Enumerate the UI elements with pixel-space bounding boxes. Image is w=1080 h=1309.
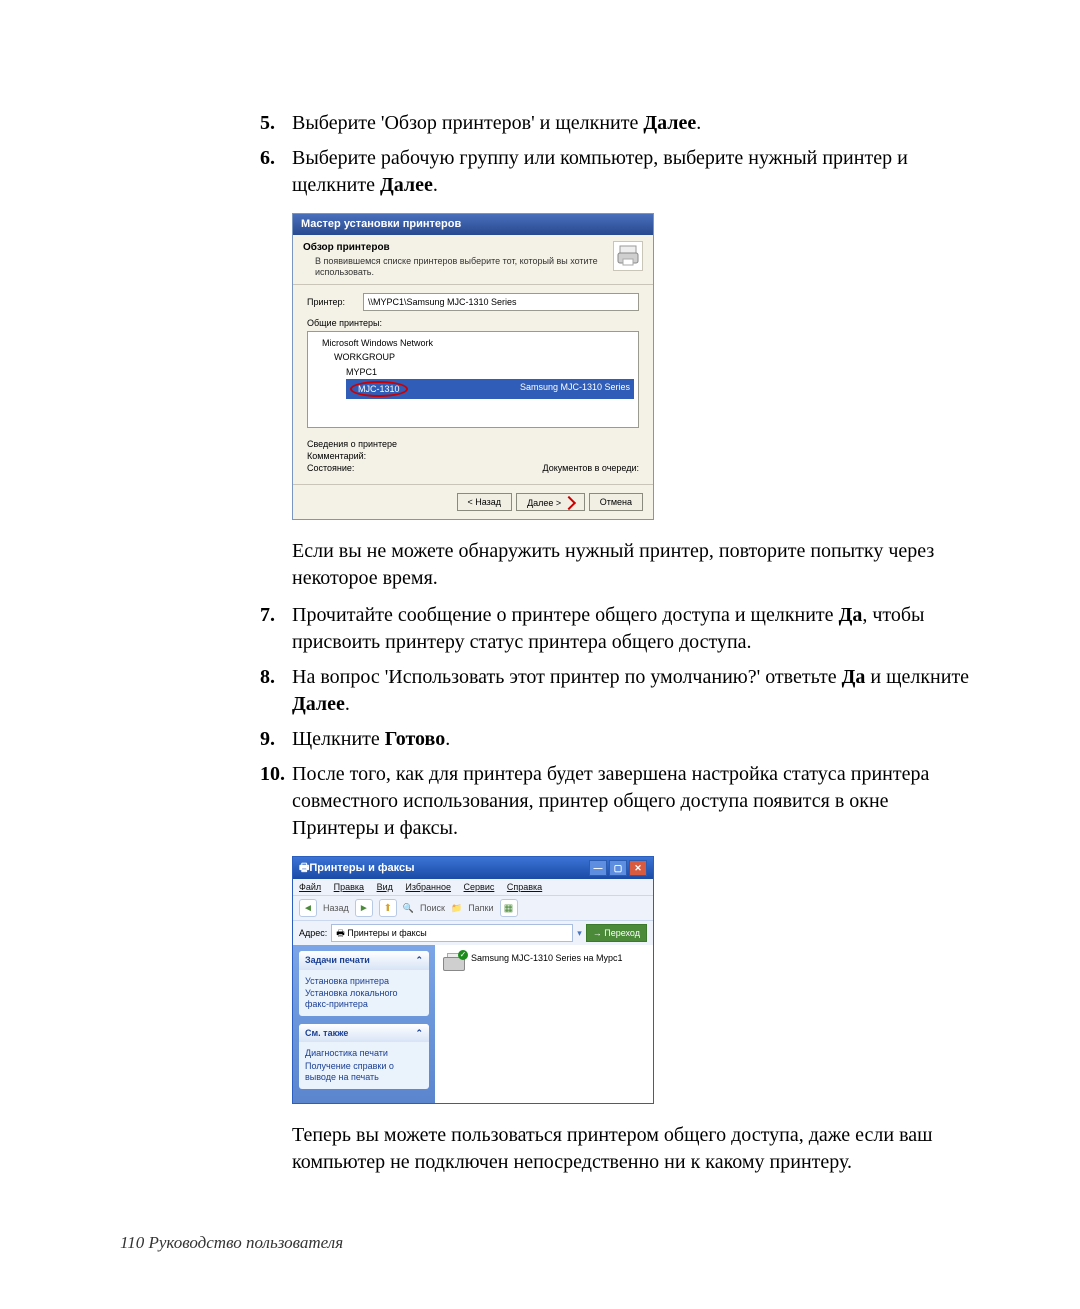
tree-workgroup[interactable]: WORKGROUP [312, 350, 634, 364]
highlight-ellipse-icon: MJC-1310 [350, 381, 408, 397]
step-num: 9. [260, 726, 292, 753]
printer-info-title: Сведения о принтере [307, 438, 639, 450]
address-label: Адрес: [299, 927, 327, 939]
menu-help[interactable]: Справка [507, 882, 542, 892]
arrow-icon [562, 496, 576, 510]
step-5: Выберите 'Обзор принтеров' и щелкните Да… [292, 110, 970, 137]
shared-printer-item[interactable]: ✓ Samsung MJC-1310 Series на Mypc1 [443, 953, 645, 971]
collapse-icon[interactable]: ⌃ [415, 1027, 423, 1039]
side-panel: Задачи печати ⌃ Установка принтера Устано… [293, 945, 435, 1102]
step-num: 10. [260, 761, 292, 842]
wizard-heading: Обзор принтеров [303, 241, 613, 255]
shared-printers-label: Общие принтеры: [307, 317, 639, 329]
menu-edit[interactable]: Правка [334, 882, 364, 892]
printer-info-comment: Комментарий: [307, 450, 639, 462]
link-troubleshoot[interactable]: Диагностика печати [305, 1048, 423, 1059]
step-num: 5. [260, 110, 292, 137]
wizard-titlebar: Мастер установки принтеров [293, 214, 653, 235]
close-button[interactable]: ✕ [629, 860, 647, 876]
tree-network[interactable]: Microsoft Windows Network [312, 336, 634, 350]
page-footer: 110 Руководство пользователя [120, 1233, 343, 1253]
menu-bar[interactable]: Файл Правка Вид Избранное Сервис Справка [293, 879, 653, 895]
back-button[interactable]: < Назад [457, 493, 513, 511]
folders-icon[interactable]: 📁 [451, 902, 462, 914]
closing-text: Теперь вы можете пользоваться принтером … [292, 1122, 970, 1176]
nav-back-button[interactable]: ◄ [299, 899, 317, 917]
link-help[interactable]: Получение справки о выводе на печать [305, 1061, 423, 1083]
minimize-button[interactable]: ― [589, 860, 607, 876]
views-button[interactable]: ▦ [500, 899, 518, 917]
step-9: Щелкните Готово. [292, 726, 970, 753]
dropdown-icon[interactable]: ▾ [577, 927, 582, 939]
toolbar: ◄ Назад ► ⬆ 🔍Поиск 📁Папки ▦ [293, 895, 653, 920]
step-10: После того, как для принтера будет завер… [292, 761, 970, 842]
task-add-printer[interactable]: Установка принтера [305, 976, 423, 987]
nav-up-button[interactable]: ⬆ [379, 899, 397, 917]
step-7: Прочитайте сообщение о принтере общего д… [292, 602, 970, 656]
printer-queue-label: Документов в очереди: [543, 462, 640, 474]
printer-item-label: Samsung MJC-1310 Series на Mypc1 [471, 953, 623, 964]
step-8: На вопрос 'Использовать этот принтер по … [292, 664, 970, 718]
tasks-title: Задачи печати [305, 954, 370, 966]
window-printer-icon: 🖶 [299, 861, 309, 876]
nav-forward-button[interactable]: ► [355, 899, 373, 917]
address-input[interactable]: 🖶 Принтеры и факсы [331, 924, 573, 942]
menu-favorites[interactable]: Избранное [405, 882, 451, 892]
maximize-button[interactable]: ▢ [609, 860, 627, 876]
printer-tree[interactable]: Microsoft Windows Network WORKGROUP MYPC… [307, 331, 639, 428]
next-button[interactable]: Далее > [516, 493, 585, 511]
menu-view[interactable]: Вид [377, 882, 393, 892]
default-checkmark-icon: ✓ [458, 950, 468, 960]
step-6: Выберите рабочую группу или компьютер, в… [292, 145, 970, 199]
seealso-title: См. также [305, 1027, 348, 1039]
tree-selected-printer[interactable]: MJC-1310 Samsung MJC-1310 Series [346, 379, 634, 399]
task-add-fax[interactable]: Установка локального факс-принтера [305, 988, 423, 1010]
printer-path-label: Принтер: [307, 296, 363, 308]
tree-pc[interactable]: MYPC1 [312, 365, 634, 379]
printer-icon [613, 241, 643, 271]
step-num: 6. [260, 145, 292, 199]
menu-tools[interactable]: Сервис [464, 882, 495, 892]
step-num: 8. [260, 664, 292, 718]
window-title: Принтеры и факсы [309, 861, 589, 876]
printers-window: 🖶 Принтеры и факсы ― ▢ ✕ Файл Правка Вид… [292, 856, 654, 1103]
search-icon[interactable]: 🔍 [403, 902, 414, 914]
collapse-icon[interactable]: ⌃ [415, 954, 423, 966]
go-button[interactable]: → Переход [586, 924, 647, 942]
printer-path-input[interactable]: \\MYPC1\Samsung MJC-1310 Series [363, 293, 639, 311]
wizard-subheading: В появившемся списке принтеров выберите … [303, 256, 613, 278]
menu-file[interactable]: Файл [299, 882, 321, 892]
nav-back-label: Назад [323, 902, 349, 914]
step-num: 7. [260, 602, 292, 656]
printer-status-label: Состояние: [307, 462, 354, 474]
note-text: Если вы не можете обнаружить нужный прин… [292, 538, 970, 592]
add-printer-wizard: Мастер установки принтеров Обзор принтер… [292, 213, 654, 520]
printer-item-icon: ✓ [443, 953, 465, 971]
cancel-button[interactable]: Отмена [589, 493, 643, 511]
